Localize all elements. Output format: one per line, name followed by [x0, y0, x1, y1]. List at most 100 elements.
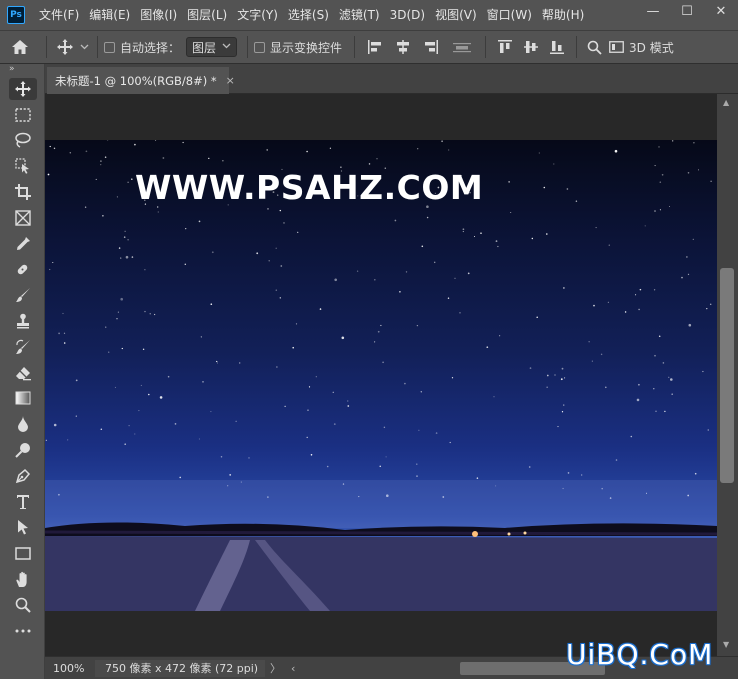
- crop-tool[interactable]: [0, 179, 45, 205]
- stamp-tool[interactable]: [0, 308, 45, 334]
- menu-view[interactable]: 视图(V): [430, 0, 482, 30]
- menu-3d[interactable]: 3D(D): [385, 0, 430, 30]
- marquee-tool[interactable]: [0, 102, 45, 128]
- vertical-scrollbar[interactable]: ▲ ▼: [717, 94, 738, 656]
- expand-arrow-icon[interactable]: 〉: [270, 660, 281, 676]
- zoom-level[interactable]: 100%: [45, 662, 95, 675]
- eraser-icon: [9, 362, 37, 384]
- hand-tool[interactable]: [0, 566, 45, 592]
- lasso-tool[interactable]: [0, 128, 45, 154]
- document-tab[interactable]: 未标题-1 @ 100%(RGB/8#) * ×: [47, 67, 235, 94]
- align-left-icon[interactable]: [361, 40, 389, 54]
- brush-icon: [9, 284, 37, 306]
- menu-edit[interactable]: 编辑(E): [84, 0, 135, 30]
- home-icon[interactable]: [0, 39, 40, 55]
- eraser-tool[interactable]: [0, 360, 45, 386]
- bandage-icon: [9, 258, 37, 280]
- path-select-tool[interactable]: [0, 515, 45, 541]
- scroll-left-icon[interactable]: ‹: [291, 662, 295, 675]
- workspace-icon[interactable]: [605, 41, 627, 53]
- document-tab-title: 未标题-1 @ 100%(RGB/8#) *: [55, 73, 217, 88]
- drop-icon: [9, 413, 37, 435]
- menu-help[interactable]: 帮助(H): [537, 0, 589, 30]
- watermark-text: WWW.PSAHZ.COM: [135, 168, 484, 207]
- menu-window[interactable]: 窗口(W): [482, 0, 537, 30]
- scroll-up-icon[interactable]: ▲: [723, 98, 729, 107]
- close-icon[interactable]: ×: [226, 74, 235, 87]
- scroll-down-icon[interactable]: ▼: [723, 640, 729, 649]
- document-info: 750 像素 x 472 像素 (72 ppi): [95, 659, 265, 677]
- site-watermark-logo: UiBQ.CoM: [566, 638, 714, 671]
- document-tab-bar: 未标题-1 @ 100%(RGB/8#) * ×: [45, 64, 738, 94]
- distribute-icon[interactable]: [445, 40, 479, 54]
- zoom-tool[interactable]: [0, 592, 45, 618]
- type-icon: [9, 491, 37, 513]
- options-bar: 自动选择： 图层 显示变换控件 3D 模式: [0, 30, 738, 64]
- align-right-icon[interactable]: [417, 40, 445, 54]
- menu-filter[interactable]: 滤镜(T): [334, 0, 385, 30]
- show-transform-checkbox[interactable]: [254, 41, 266, 53]
- divider: [354, 36, 356, 58]
- dodge-icon: [9, 439, 37, 461]
- object-select-tool[interactable]: [0, 153, 45, 179]
- crop-icon: [9, 181, 37, 203]
- divider: [485, 36, 487, 58]
- blur-tool[interactable]: [0, 411, 45, 437]
- night-sky-photo: WWW.PSAHZ.COM: [45, 140, 717, 611]
- menu-file[interactable]: 文件(F): [34, 0, 84, 30]
- dodge-tool[interactable]: [0, 437, 45, 463]
- window-controls: — ☐ ✕: [636, 0, 738, 22]
- canvas-area[interactable]: WWW.PSAHZ.COM: [45, 94, 717, 656]
- align-bottom-icon[interactable]: [544, 39, 570, 55]
- gradient-icon: [9, 387, 37, 409]
- scrollbar-thumb[interactable]: [720, 268, 734, 483]
- close-button[interactable]: ✕: [704, 0, 738, 22]
- marquee-icon: [9, 104, 37, 126]
- align-middle-icon[interactable]: [518, 39, 544, 55]
- frame-tool[interactable]: [0, 205, 45, 231]
- lasso-icon: [9, 129, 37, 151]
- move-tool[interactable]: [0, 76, 45, 102]
- collapse-panel-icon[interactable]: »: [0, 64, 44, 76]
- photoshop-logo-icon: Ps: [7, 6, 25, 24]
- auto-select-value: 图层: [192, 40, 217, 55]
- hand-icon: [9, 568, 37, 590]
- align-center-icon[interactable]: [389, 40, 417, 54]
- menu-layer[interactable]: 图层(L): [182, 0, 232, 30]
- type-tool[interactable]: [0, 489, 45, 515]
- zoom-icon: [9, 594, 37, 616]
- stamp-icon: [9, 310, 37, 332]
- divider: [247, 36, 249, 58]
- snow-landscape: [45, 522, 717, 611]
- rectangle-tool[interactable]: [0, 540, 45, 566]
- arrow-cursor-icon: [9, 516, 37, 538]
- history-brush-tool[interactable]: [0, 334, 45, 360]
- tools-panel: »: [0, 64, 45, 679]
- brush-tool[interactable]: [0, 282, 45, 308]
- main-menu: 文件(F) 编辑(E) 图像(I) 图层(L) 文字(Y) 选择(S) 滤镜(T…: [34, 0, 589, 30]
- minimize-button[interactable]: —: [636, 0, 670, 22]
- menu-select[interactable]: 选择(S): [283, 0, 334, 30]
- object-select-icon: [9, 155, 37, 177]
- eyedropper-tool[interactable]: [0, 231, 45, 257]
- search-icon[interactable]: [583, 40, 605, 55]
- auto-select-checkbox[interactable]: [104, 41, 115, 53]
- auto-select-dropdown[interactable]: 图层: [186, 37, 238, 57]
- gradient-tool[interactable]: [0, 386, 45, 412]
- pen-icon: [9, 465, 37, 487]
- move-tool-icon[interactable]: [53, 39, 77, 55]
- menu-bar: Ps 文件(F) 编辑(E) 图像(I) 图层(L) 文字(Y) 选择(S) 滤…: [0, 0, 738, 30]
- more-icon: [9, 620, 37, 642]
- divider: [97, 36, 98, 58]
- pen-tool[interactable]: [0, 463, 45, 489]
- frame-icon: [9, 207, 37, 229]
- chevron-down-icon[interactable]: [77, 44, 91, 50]
- more-tools[interactable]: [0, 618, 45, 644]
- align-top-icon[interactable]: [492, 39, 518, 55]
- healing-tool[interactable]: [0, 257, 45, 283]
- menu-type[interactable]: 文字(Y): [232, 0, 283, 30]
- maximize-button[interactable]: ☐: [670, 0, 704, 22]
- divider: [576, 36, 578, 58]
- show-transform-label: 显示变换控件: [270, 40, 343, 55]
- menu-image[interactable]: 图像(I): [135, 0, 182, 30]
